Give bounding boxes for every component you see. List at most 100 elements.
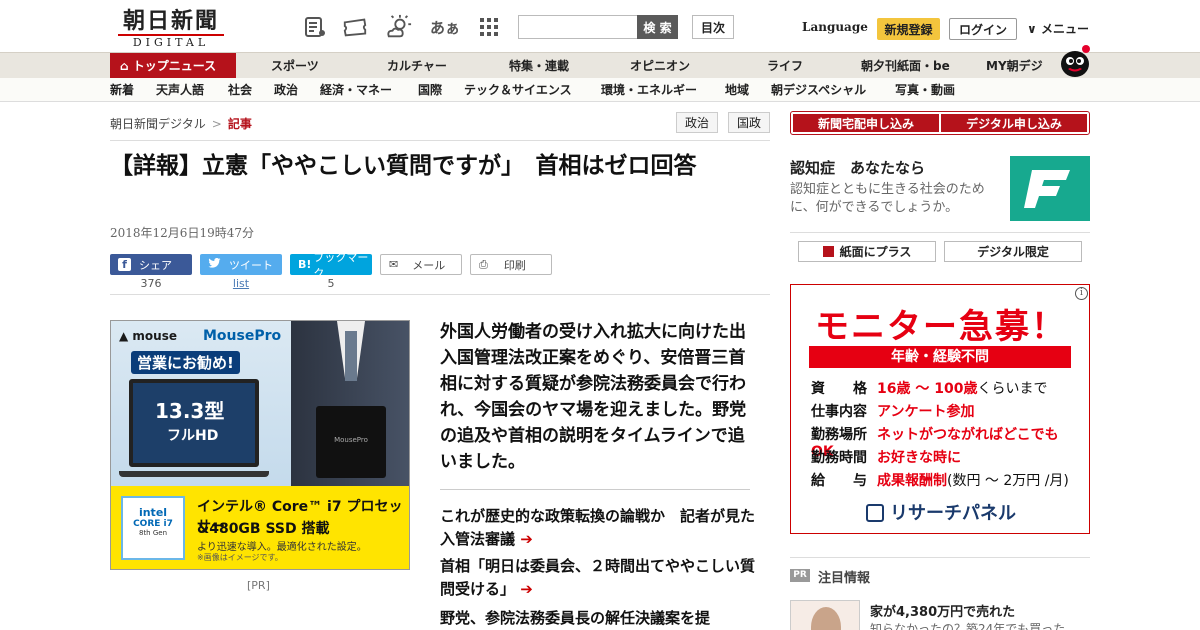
- nav-economy[interactable]: 経済・マネー: [320, 78, 392, 102]
- digital-signup-button[interactable]: デジタル申し込み: [941, 114, 1087, 132]
- nav-tensei[interactable]: 天声人語: [156, 78, 204, 102]
- laptop-base: [119, 471, 269, 477]
- login-button[interactable]: ログイン: [949, 18, 1017, 40]
- weather-icon[interactable]: [386, 14, 412, 40]
- monitor-ad[interactable]: i モニター急募！ 年齢・経験不問 資 格 16歳 〜 100歳くらいまで 仕事内…: [790, 284, 1090, 534]
- twitter-list-link[interactable]: list: [200, 277, 282, 290]
- featured-thumbnail[interactable]: [790, 600, 860, 630]
- digital-only-button[interactable]: デジタル限定: [944, 241, 1082, 262]
- font-size-icon[interactable]: あぁ: [430, 14, 460, 40]
- mail-icon: ✉: [389, 258, 399, 271]
- paper-plus-button[interactable]: 紙面にプラス: [798, 241, 936, 262]
- article-headline: 【詳報】立憲「ややこしい質問ですが」 首相はゼロ回答: [110, 153, 697, 179]
- newspaper-delivery-button[interactable]: 新聞宅配申し込み: [793, 114, 939, 132]
- nav-my-asahi[interactable]: MY朝デジ: [986, 53, 1043, 79]
- nav-culture[interactable]: カルチャー: [387, 53, 447, 79]
- facebook-share-count: 376: [140, 277, 162, 290]
- nav-top-news[interactable]: ⌂ トップニュース: [110, 53, 236, 79]
- ad-yellow-band: intel CORE i7 8th Gen インテル® Core™ i7 プロセ…: [111, 486, 409, 569]
- related-article-link[interactable]: 野党、参院法務委員長の解任決議案を提: [440, 607, 750, 630]
- nav-society[interactable]: 社会: [228, 78, 252, 102]
- nav-latest[interactable]: 新着: [110, 78, 134, 102]
- print-icon: ⎙: [479, 257, 488, 271]
- menu-label: メニュー: [1040, 22, 1089, 36]
- tag-national[interactable]: 国政: [728, 112, 770, 133]
- nav-local[interactable]: 地域: [725, 78, 749, 102]
- facebook-share-button[interactable]: f シェア: [110, 254, 192, 275]
- research-panel-icon: [866, 504, 884, 522]
- monitor-ad-title: モニター急募！: [815, 307, 1067, 347]
- facebook-icon: f: [118, 258, 131, 271]
- laptop-image: 13.3型 フルHD: [129, 379, 259, 467]
- pr-badge: PR: [790, 569, 810, 582]
- monitor-row: 資 格 16歳 〜 100歳くらいまで: [811, 381, 1048, 397]
- featured-text: 知らなかったの？築24年でも買った: [870, 622, 1066, 630]
- nav-opinion[interactable]: オピニオン: [630, 53, 690, 79]
- nav-sports[interactable]: スポーツ: [271, 53, 319, 79]
- ticket-icon[interactable]: [342, 14, 368, 40]
- tag-politics[interactable]: 政治: [676, 112, 718, 133]
- monitor-row: 給 与成果報酬制(数円 〜 2万円 /月): [811, 473, 1069, 489]
- hatena-bookmark-button[interactable]: B! ブックマーク: [290, 251, 372, 280]
- nav-top-news-label: トップニュース: [132, 59, 217, 73]
- nav-tech[interactable]: テック＆サイエンス: [464, 78, 572, 102]
- ad-pitch: 営業にお勧め!: [131, 351, 240, 374]
- breadcrumb-home[interactable]: 朝日新聞デジタル: [110, 117, 206, 131]
- print-button[interactable]: ⎙ 印刷: [470, 254, 552, 275]
- newspaper-icon[interactable]: [302, 14, 328, 40]
- research-panel-logo: リサーチパネル: [791, 499, 1091, 525]
- monitor-ad-subtitle: 年齢・経験不問: [809, 346, 1071, 368]
- grid-icon[interactable]: [476, 14, 502, 40]
- search-button[interactable]: 検 索: [637, 15, 678, 39]
- divider: [790, 557, 1090, 558]
- search-input[interactable]: [518, 15, 638, 39]
- ad-note2: ※画像はイメージです。: [197, 553, 283, 562]
- hatena-icon: B!: [298, 258, 312, 271]
- monitor-row: 仕事内容 アンケート参加: [811, 404, 975, 420]
- dementia-description: 認知症とともに生きる社会のために、何ができるでしょうか。: [790, 182, 985, 215]
- dementia-title[interactable]: 認知症 あなたなら: [790, 157, 925, 178]
- mascot-icon[interactable]: [1058, 44, 1092, 78]
- ad-brand2: MousePro: [203, 328, 282, 344]
- toc-button[interactable]: 目次: [692, 15, 734, 39]
- twitter-tweet-button[interactable]: ツイート: [200, 254, 282, 275]
- subscribe-box: 新聞宅配申し込み デジタル申し込み: [790, 111, 1090, 135]
- menu-button[interactable]: ∨ メニュー: [1027, 20, 1089, 37]
- nav-politics[interactable]: 政治: [274, 78, 298, 102]
- paper-plus-label: 紙面にプラス: [839, 245, 912, 259]
- register-button[interactable]: 新規登録: [877, 18, 940, 40]
- breadcrumb-current: 記事: [227, 117, 252, 131]
- divider: [790, 232, 1090, 233]
- ad-size-sub: フルHD: [167, 428, 219, 444]
- ad-pr-label: [PR]: [247, 579, 270, 592]
- site-logo[interactable]: 朝日新聞 DIGITAL: [112, 8, 230, 49]
- related-article-title: これが歴史的な政策転換の論戦か 記者が見た入管法審議: [440, 507, 756, 548]
- featured-section-title: 注目情報: [818, 571, 871, 586]
- ad-brand: ▲ mouse: [119, 329, 177, 343]
- nav-newspaper[interactable]: 朝夕刊紙面・be: [861, 53, 950, 79]
- nav-environment[interactable]: 環境・エネルギー: [601, 78, 697, 102]
- related-article-link[interactable]: 首相「明日は委員会、２時間出てややこしい質問受ける」 ➔: [440, 555, 755, 601]
- nav-special[interactable]: 朝デジスペシャル: [771, 78, 866, 102]
- nav-world[interactable]: 国際: [418, 78, 442, 102]
- language-link[interactable]: Language: [802, 20, 868, 34]
- divider: [110, 140, 770, 141]
- nav-photo[interactable]: 写真・動画: [895, 78, 955, 102]
- mouse-computer-ad[interactable]: ▲ mouse MousePro 営業にお勧め! 13.3型 フルHD Mous…: [110, 320, 410, 570]
- featured-headline[interactable]: 家が4,380万円で売れた: [870, 601, 1015, 620]
- nav-features[interactable]: 特集・連載: [509, 53, 569, 79]
- twitter-tweet-label: ツイート: [229, 258, 273, 272]
- mail-button[interactable]: ✉ メール: [380, 254, 462, 275]
- secondary-nav: 新着 天声人語 社会 政治 経済・マネー 国際 テック＆サイエンス 環境・エネル…: [0, 78, 1200, 102]
- ad-size: 13.3型: [155, 399, 225, 423]
- primary-nav: ⌂ トップニュース スポーツ カルチャー 特集・連載 オピニオン ライフ 朝夕刊…: [0, 52, 1200, 79]
- twitter-icon: [208, 257, 221, 272]
- monitor-row: 勤務時間 お好きな時に: [811, 450, 961, 466]
- related-article-title: 野党、参院法務委員長の解任決議案を提: [440, 609, 711, 627]
- dementia-logo-icon[interactable]: [1010, 156, 1090, 221]
- related-article-link[interactable]: これが歴史的な政策転換の論戦か 記者が見た入管法審議 ➔: [440, 505, 755, 551]
- nav-life[interactable]: ライフ: [767, 53, 803, 79]
- print-label: 印刷: [503, 258, 526, 272]
- breadcrumb-separator: >: [211, 117, 222, 131]
- arrow-right-icon: ➔: [520, 580, 533, 598]
